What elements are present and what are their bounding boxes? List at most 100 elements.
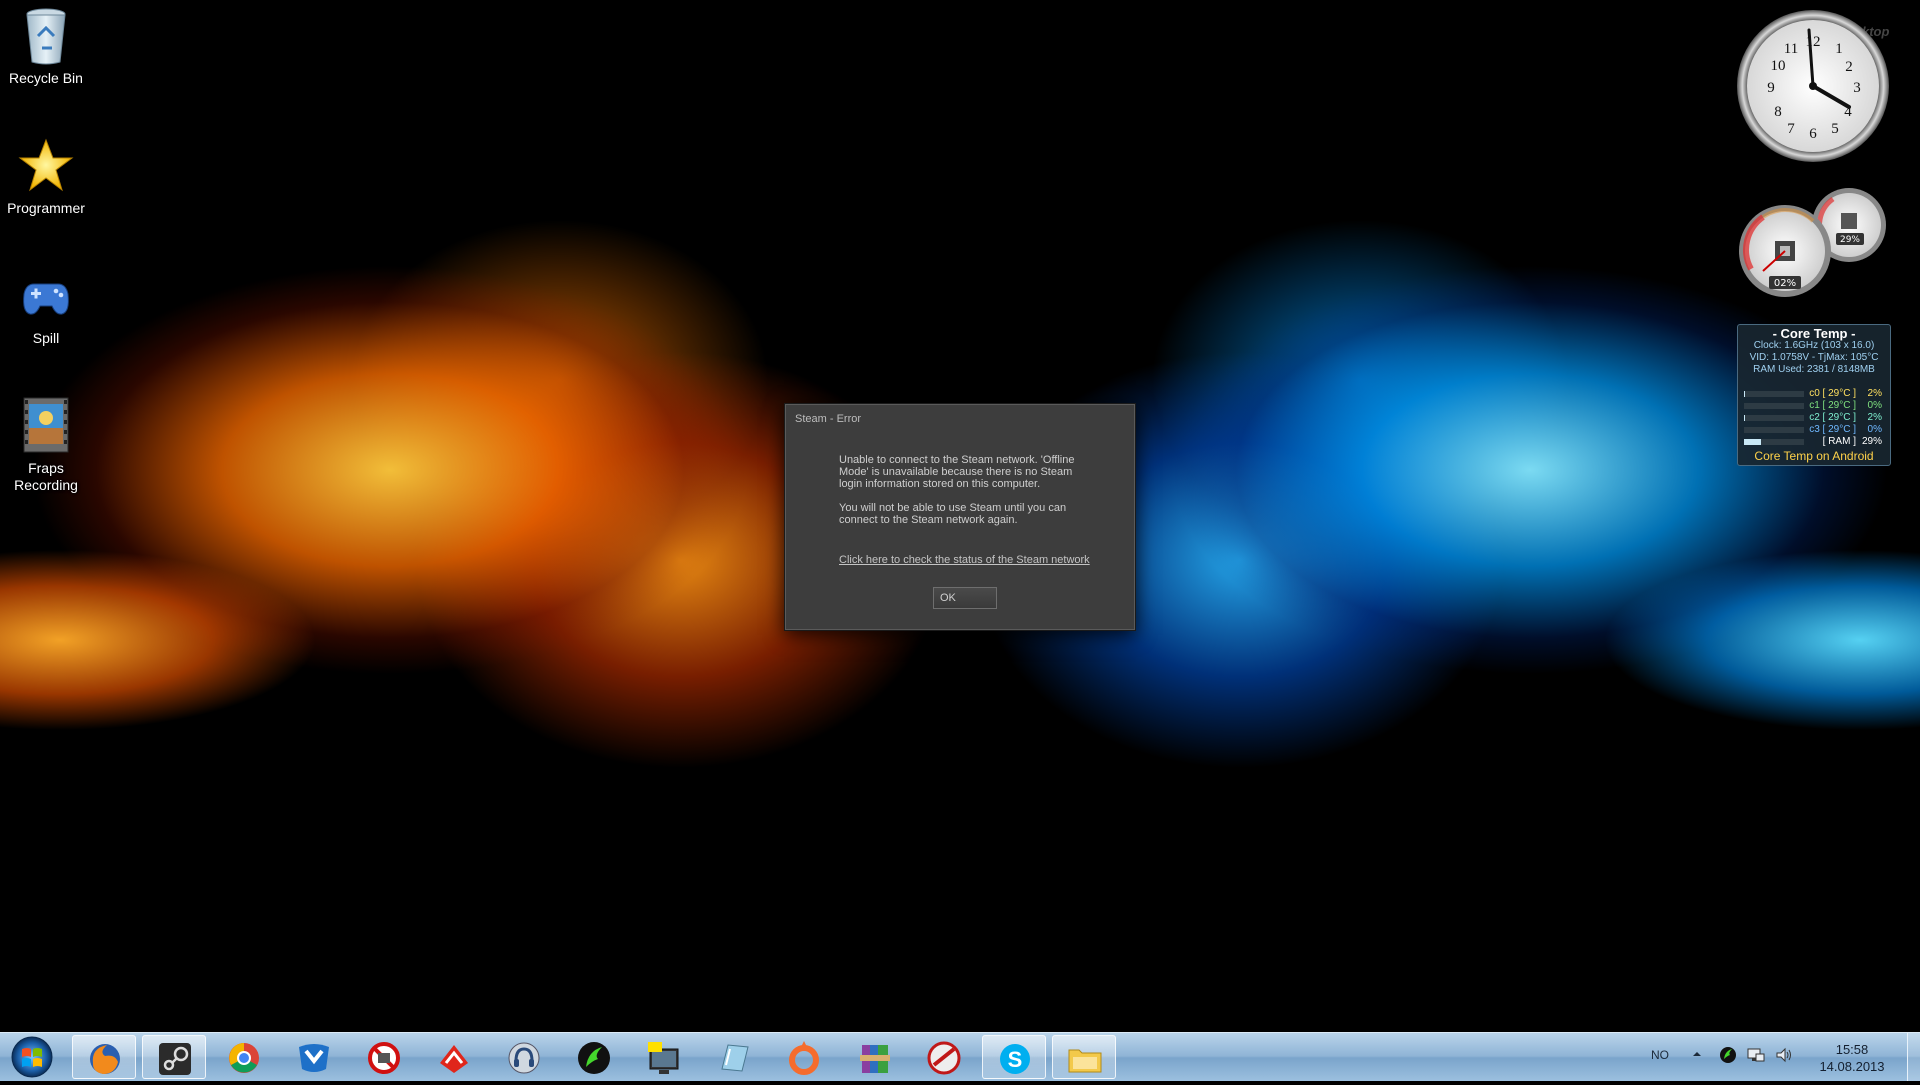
origin-icon: [789, 1041, 819, 1075]
taskbar-teamspeak[interactable]: [492, 1035, 556, 1079]
game-booster-icon: [927, 1041, 961, 1075]
desktop-icon-fraps-recording[interactable]: Fraps Recording: [0, 396, 92, 494]
steam-status-link[interactable]: Click here to check the status of the St…: [839, 554, 1090, 566]
desktop-icon-label: Fraps Recording: [14, 460, 78, 493]
cpu-meter-gadget[interactable]: 29% 02%: [1733, 185, 1893, 300]
fraps-folder-icon: [18, 396, 74, 456]
desktop-icon-label: Spill: [32, 330, 60, 346]
core-temp-footer: Core Temp on Android: [1754, 449, 1874, 463]
clock-number: 5: [1831, 121, 1839, 137]
star-icon: [18, 136, 74, 196]
dialog-title: Steam - Error: [795, 413, 862, 425]
fraps-icon: [648, 1042, 679, 1074]
razer-icon: [578, 1042, 610, 1074]
volume-icon[interactable]: [1774, 1045, 1794, 1067]
taskbar-skype[interactable]: S: [982, 1035, 1046, 1079]
taskbar-steam[interactable]: [142, 1035, 206, 1079]
core-label: c1 [ 29°C ]: [1809, 400, 1856, 411]
desktop: Recycle Bin Programmer Spill Fraps Recor…: [0, 0, 1920, 1032]
taskbar-blocker[interactable]: [352, 1035, 416, 1079]
blocker-icon: [368, 1042, 400, 1074]
core-label: [ RAM ]: [1822, 436, 1856, 447]
language-indicator[interactable]: NO: [1651, 1048, 1669, 1062]
core-temp-gadget[interactable]: - Core Temp - Clock: 1.6GHz (103 x 16.0)…: [1737, 324, 1891, 466]
svg-text:S: S: [1008, 1047, 1023, 1072]
clock-tray[interactable]: 15:58 14.08.2013: [1812, 1041, 1892, 1075]
core-load-bar: [1744, 427, 1804, 433]
notepad-icon: [721, 1044, 749, 1072]
explorer-icon: [1068, 1049, 1102, 1073]
core-load-fill: [1744, 439, 1762, 445]
core-load-fill: [1744, 391, 1746, 397]
tray-date: 14.08.2013: [1819, 1059, 1885, 1074]
core-row: c0 [ 29°C ] 2%: [1744, 388, 1884, 400]
core-load-fill: [1744, 415, 1746, 421]
winrar-icon: [860, 1045, 890, 1073]
taskbar-explorer[interactable]: [1052, 1035, 1116, 1079]
show-hidden-icons-chevron-up-icon[interactable]: [1690, 1047, 1710, 1069]
core-percent: 2%: [1867, 412, 1882, 423]
taskbar-chrome[interactable]: [212, 1035, 276, 1079]
chrome-icon: [229, 1043, 259, 1073]
core-load-bar: [1744, 403, 1804, 409]
taskbar: S NO 15:58 14.08.2013: [0, 1032, 1920, 1081]
clock-number: 2: [1845, 59, 1853, 75]
clock-number: 1: [1835, 41, 1843, 57]
core-label: c2 [ 29°C ]: [1809, 412, 1856, 423]
core-load-bar: [1744, 391, 1804, 397]
taskbar-fraps[interactable]: [632, 1035, 696, 1079]
clock-number: 3: [1853, 80, 1861, 96]
ok-button[interactable]: OK: [933, 587, 997, 609]
core-temp-clock: Clock: 1.6GHz (103 x 16.0): [1753, 340, 1875, 351]
taskbar-winrar[interactable]: [842, 1035, 906, 1079]
core-temp-vid: VID: 1.0758V - TjMax: 105°C: [1749, 352, 1879, 363]
core-label: c0 [ 29°C ]: [1809, 388, 1856, 399]
taskbar-game-booster[interactable]: [912, 1035, 976, 1079]
core-percent: 2%: [1867, 388, 1882, 399]
steam-icon: [159, 1043, 191, 1075]
windows-orb-icon: [11, 1036, 53, 1078]
tray-time: 15:58: [1835, 1042, 1869, 1057]
dialog-message-2: You will not be able to use Steam until …: [839, 502, 1067, 526]
recycle-bin-icon: [18, 6, 74, 66]
clock-number: 12: [1806, 34, 1821, 50]
taskbar-ccleaner[interactable]: [422, 1035, 486, 1079]
core-row: [ RAM ] 29%: [1744, 436, 1884, 448]
taskbar-malwarebytes[interactable]: [282, 1035, 346, 1079]
core-label: c3 [ 29°C ]: [1809, 424, 1856, 435]
clock-gadget[interactable]: 12 1 2 3 4 5 6 7 8 9 10 11: [1735, 8, 1891, 164]
desktop-icon-spill[interactable]: Spill: [0, 266, 92, 347]
clock-center: [1809, 82, 1817, 90]
taskbar-firefox[interactable]: [72, 1035, 136, 1079]
malwarebytes-icon: [299, 1044, 329, 1072]
core-temp-ram: RAM Used: 2381 / 8148MB: [1753, 364, 1875, 375]
core-load-bar: [1744, 415, 1804, 421]
ccleaner-icon: [440, 1045, 468, 1073]
razer-tray-icon[interactable]: [1718, 1045, 1738, 1067]
core-temp-title: - Core Temp -: [1772, 326, 1856, 341]
desktop-icon-programmer[interactable]: Programmer: [0, 136, 92, 217]
network-icon[interactable]: [1746, 1045, 1766, 1067]
core-temp-rows: c0 [ 29°C ] 2% c1 [ 29°C ] 0% c2 [ 29°C …: [1744, 388, 1884, 448]
clock-number: 10: [1771, 58, 1786, 74]
clock-number: 6: [1809, 126, 1817, 142]
clock-number: 7: [1787, 121, 1795, 137]
dialog-body: Unable to connect to the Steam network. …: [839, 454, 1089, 538]
cpu-percent: 02%: [1774, 278, 1796, 289]
taskbar-notepad[interactable]: [702, 1035, 766, 1079]
taskbar-origin[interactable]: [772, 1035, 836, 1079]
clock-number: 8: [1774, 104, 1782, 120]
core-row: c3 [ 29°C ] 0%: [1744, 424, 1884, 436]
taskbar-razer[interactable]: [562, 1035, 626, 1079]
desktop-icon-label: Recycle Bin: [9, 70, 83, 86]
clock-number: 9: [1767, 80, 1775, 96]
dialog-message-1: Unable to connect to the Steam network. …: [839, 454, 1075, 490]
show-desktop-button[interactable]: [1907, 1033, 1920, 1081]
ram-chip-icon: [1841, 213, 1857, 229]
desktop-icon-recycle-bin[interactable]: Recycle Bin: [0, 6, 92, 87]
core-percent: 0%: [1867, 400, 1882, 411]
teamspeak-icon: [508, 1042, 540, 1074]
start-button[interactable]: [8, 1034, 56, 1080]
ram-percent: 29%: [1840, 235, 1860, 245]
core-load-bar: [1744, 439, 1804, 445]
